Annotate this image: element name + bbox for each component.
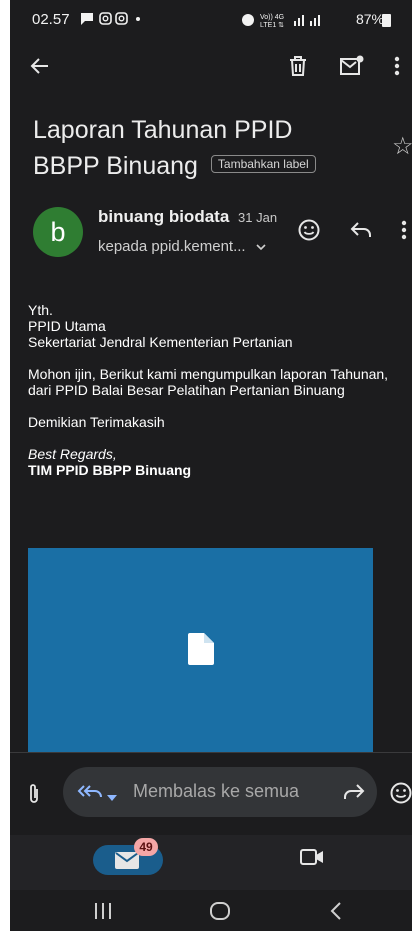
sender-line: binuang biodata 31 Jan [98,207,277,227]
unread-badge: 49 [134,838,158,856]
recents-icon[interactable] [94,903,112,924]
email-subject: Laporan Tahunan PPID BBPP Binuang Tambah… [33,112,363,184]
system-nav [10,890,412,931]
instagram-icon [115,12,128,25]
mail-icon [115,852,139,874]
notification-icons [80,11,150,30]
email-date: 31 Jan [238,210,278,225]
body-signature: Best Regards, TIM PPID BBPP Binuang [28,446,408,478]
sender-avatar[interactable]: b [33,207,83,257]
attach-icon[interactable] [27,783,41,810]
status-bar: 02.57 Vo)) 4G LTE1 ⇅ 87% [10,0,412,42]
phone-screen: 02.57 Vo)) 4G LTE1 ⇅ 87% Laporan Tahunan… [10,0,412,931]
mark-unread-icon[interactable] [340,55,364,77]
reply-all-field[interactable]: Membalas ke semua [63,767,377,817]
signature: TIM PPID BBPP Binuang [28,462,192,478]
body-line: Yth. [28,302,53,318]
reply-icon[interactable] [350,221,372,244]
body-line: PPID Utama [28,318,106,334]
forward-icon[interactable] [343,783,365,806]
instagram-icon [99,12,112,25]
back-arrow-icon[interactable] [30,56,50,76]
more-vert-icon[interactable] [394,56,400,76]
recipient-text: kepada ppid.kement... [98,238,246,255]
file-icon [188,633,214,670]
body-closing: Demikian Terimakasih [28,414,165,430]
back-nav-icon[interactable] [330,902,342,925]
star-icon[interactable]: ☆ [392,132,412,161]
signoff: Best Regards, [28,446,117,462]
notification-icons-svg [81,12,140,25]
recipient-details[interactable]: kepada ppid.kement... [98,238,266,255]
delete-icon[interactable] [288,55,308,77]
home-icon[interactable] [210,902,230,925]
reply-all-icon[interactable] [77,783,103,806]
chat-bubble-icon [81,13,93,25]
dot-icon [136,17,140,21]
body-greeting: Yth. PPID Utama Sekertariat Jendral Keme… [28,302,408,350]
message-more-icon[interactable] [401,220,407,245]
emoji-react-icon[interactable] [298,219,320,246]
battery-percent: 87% [355,11,384,27]
svg-text:Vo)) 4G: Vo)) 4G [260,14,284,21]
email-body: Yth. PPID Utama Sekertariat Jendral Keme… [28,302,408,494]
body-line: Sekertariat Jendral Kementerian Pertania… [28,334,293,350]
status-time: 02.57 [32,11,70,28]
chevron-down-icon[interactable] [107,789,117,807]
reply-placeholder: Membalas ke semua [133,781,300,801]
chevron-down-icon [256,238,266,255]
sender-name: binuang biodata [98,207,230,226]
reply-bar: Membalas ke semua [10,753,412,835]
svg-text:LTE1 ⇅: LTE1 ⇅ [260,22,284,29]
alarm-icon [242,14,254,26]
body-line: Mohon ijin, Berikut kami mengumpulkan la… [28,366,389,382]
add-label-chip[interactable]: Tambahkan label [210,155,316,174]
meet-tab-icon[interactable] [300,849,324,870]
bottom-nav: 49 [10,835,412,890]
body-line: dari PPID Balai Besar Pelatihan Pertania… [28,382,345,398]
body-paragraph: Mohon ijin, Berikut kami mengumpulkan la… [28,366,408,398]
emoji-icon[interactable] [390,782,412,809]
email-toolbar [10,52,412,84]
attachment-preview[interactable] [28,548,373,753]
